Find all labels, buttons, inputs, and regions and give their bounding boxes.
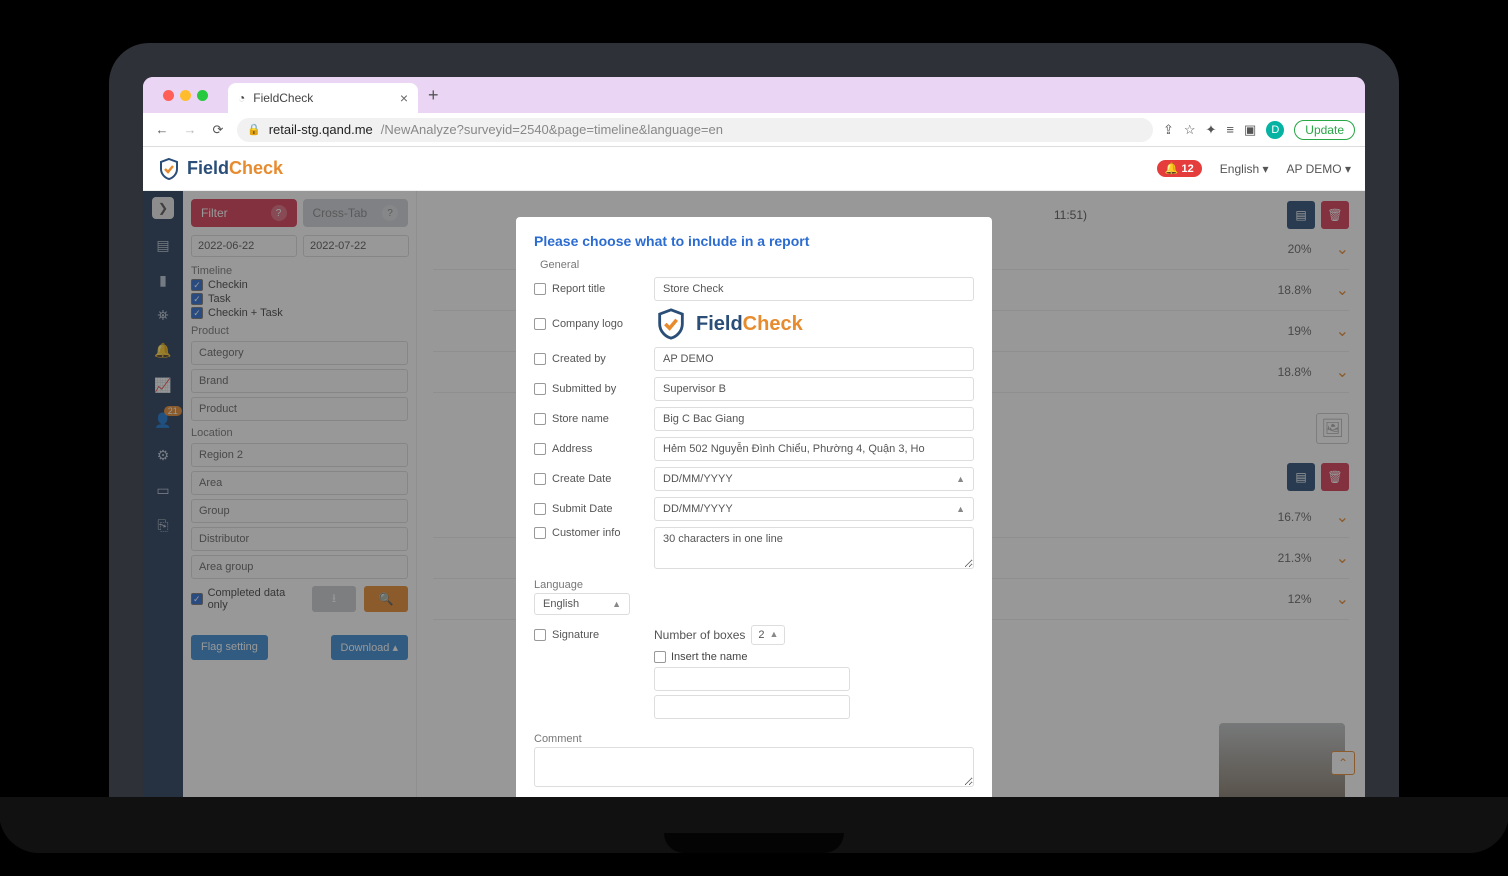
tab-favicon: ◔	[238, 91, 245, 105]
created-by-label: Created by	[552, 353, 606, 365]
report-title-checkbox[interactable]	[534, 283, 546, 295]
language-select[interactable]: English▲	[534, 593, 630, 615]
language-dropdown[interactable]: English ▾	[1220, 162, 1269, 176]
shield-check-icon	[157, 157, 181, 181]
signature-label: Signature	[552, 629, 599, 641]
submitted-by-label: Submitted by	[552, 383, 616, 395]
signature-name-input-2[interactable]	[654, 695, 850, 719]
create-date-checkbox[interactable]	[534, 473, 546, 485]
submit-date-label: Submit Date	[552, 503, 613, 515]
num-boxes-select[interactable]: 2▲	[751, 625, 785, 645]
language-label: Language	[534, 579, 974, 591]
browser-tab[interactable]: ◔ FieldCheck ×	[228, 83, 418, 113]
minimize-window-icon[interactable]	[180, 90, 191, 101]
maximize-window-icon[interactable]	[197, 90, 208, 101]
created-by-checkbox[interactable]	[534, 353, 546, 365]
create-date-input[interactable]: DD/MM/YYYY▲	[654, 467, 974, 491]
brand-logo[interactable]: FieldCheck	[157, 157, 283, 181]
brand-text-a: Field	[187, 158, 229, 178]
calendar-icon[interactable]: ▲	[956, 474, 965, 484]
customer-info-label: Customer info	[552, 527, 620, 539]
url-host: retail-stg.qand.me	[269, 122, 373, 137]
forward-button[interactable]: →	[181, 122, 199, 137]
company-logo-checkbox[interactable]	[534, 318, 546, 330]
close-window-icon[interactable]	[163, 90, 174, 101]
customer-info-textarea[interactable]: 30 characters in one line	[654, 527, 974, 569]
customer-info-checkbox[interactable]	[534, 527, 546, 539]
submitted-by-input[interactable]: Supervisor B	[654, 377, 974, 401]
created-by-input[interactable]: AP DEMO	[654, 347, 974, 371]
profile-avatar[interactable]: D	[1266, 121, 1284, 139]
shield-check-icon	[654, 307, 688, 341]
store-name-input[interactable]: Big C Bac Giang	[654, 407, 974, 431]
address-checkbox[interactable]	[534, 443, 546, 455]
window-controls	[155, 90, 216, 101]
insert-name-checkbox[interactable]: Insert the name	[654, 651, 974, 663]
bookmark-icon[interactable]: ☆	[1184, 122, 1196, 138]
tab-title: FieldCheck	[253, 91, 313, 105]
browser-tabstrip: ◔ FieldCheck × +	[143, 77, 1365, 113]
brand-text-b: Check	[229, 158, 283, 178]
url-path: /NewAnalyze?surveyid=2540&page=timeline&…	[381, 122, 723, 137]
store-name-label: Store name	[552, 413, 609, 425]
url-input[interactable]: 🔒 retail-stg.qand.me/NewAnalyze?surveyid…	[237, 118, 1153, 142]
submit-date-input[interactable]: DD/MM/YYYY▲	[654, 497, 974, 521]
modal-title: Please choose what to include in a repor…	[534, 233, 974, 249]
address-label: Address	[552, 443, 592, 455]
back-button[interactable]: ←	[153, 122, 171, 137]
company-logo-label: Company logo	[552, 318, 623, 330]
share-icon[interactable]: ⇪	[1163, 122, 1174, 138]
submitted-by-checkbox[interactable]	[534, 383, 546, 395]
app-header: FieldCheck 🔔 12 English ▾ AP DEMO ▾	[143, 147, 1365, 191]
num-boxes-label: Number of boxes	[654, 628, 745, 642]
panel-icon[interactable]: ▣	[1244, 122, 1256, 138]
notification-badge[interactable]: 🔔 12	[1157, 160, 1202, 177]
store-name-checkbox[interactable]	[534, 413, 546, 425]
general-heading: General	[540, 259, 974, 271]
lock-icon: 🔒	[247, 123, 261, 136]
comment-label: Comment	[534, 733, 974, 745]
reading-list-icon[interactable]: ≡	[1226, 122, 1234, 137]
report-title-label: Report title	[552, 283, 605, 295]
browser-address-bar: ← → ⟳ 🔒 retail-stg.qand.me/NewAnalyze?su…	[143, 113, 1365, 147]
new-tab-button[interactable]: +	[418, 85, 449, 106]
extensions-icon[interactable]: ✦	[1206, 122, 1217, 138]
calendar-icon[interactable]: ▲	[956, 504, 965, 514]
report-config-modal: Please choose what to include in a repor…	[516, 217, 992, 833]
address-input[interactable]: Hẻm 502 Nguyễn Đình Chiểu, Phường 4, Quậ…	[654, 437, 974, 461]
signature-name-input-1[interactable]	[654, 667, 850, 691]
notification-count: 12	[1182, 163, 1194, 175]
reload-button[interactable]: ⟳	[209, 122, 227, 138]
company-logo-preview: FieldCheck	[654, 307, 803, 341]
close-tab-icon[interactable]: ×	[400, 90, 408, 106]
submit-date-checkbox[interactable]	[534, 503, 546, 515]
comment-textarea[interactable]	[534, 747, 974, 787]
user-dropdown[interactable]: AP DEMO ▾	[1287, 162, 1351, 176]
modal-overlay: Please choose what to include in a repor…	[143, 191, 1365, 833]
signature-checkbox[interactable]	[534, 629, 546, 641]
create-date-label: Create Date	[552, 473, 611, 485]
report-title-input[interactable]: Store Check	[654, 277, 974, 301]
update-button[interactable]: Update	[1294, 120, 1355, 140]
